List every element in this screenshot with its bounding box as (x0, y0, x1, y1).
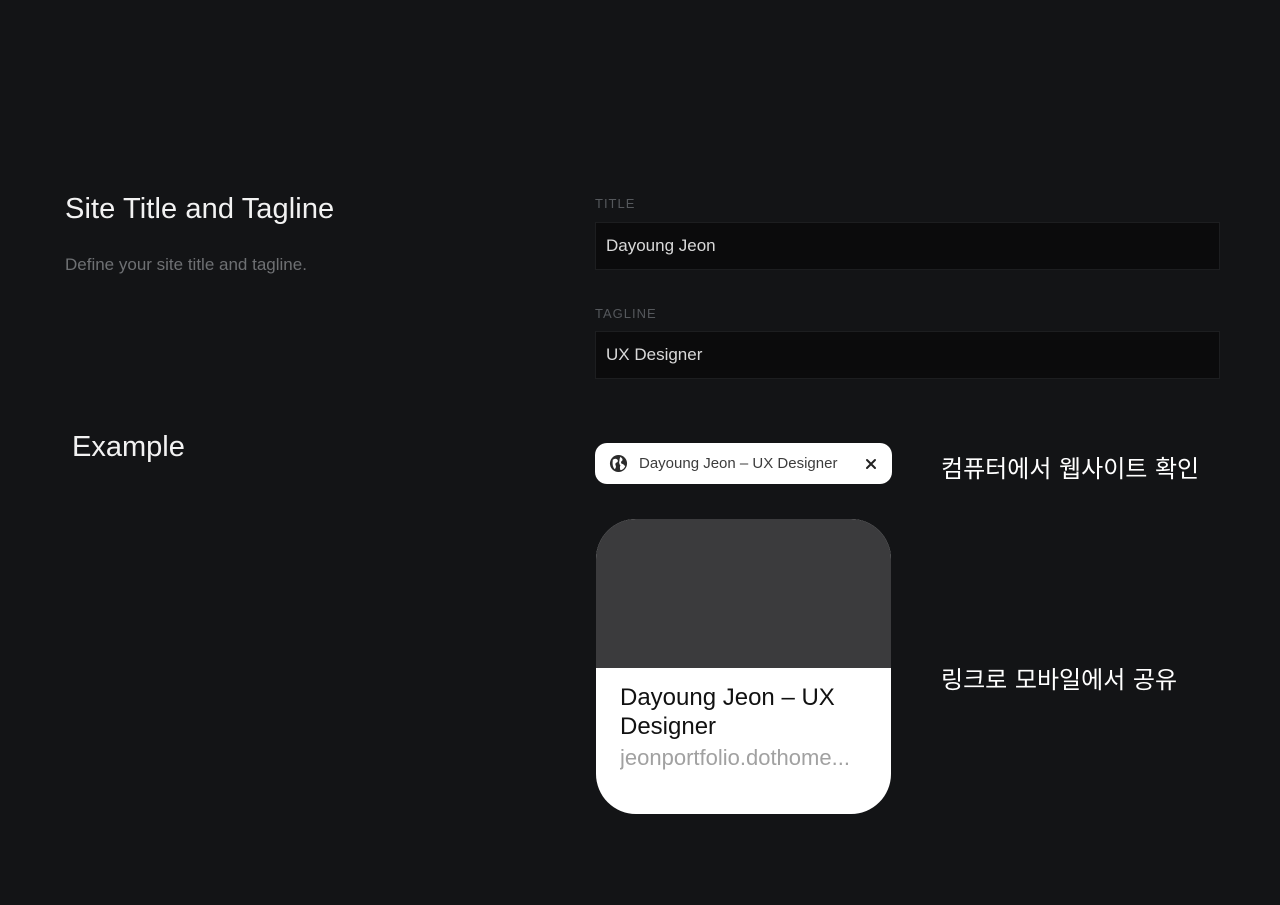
share-card-thumbnail (596, 519, 891, 668)
settings-page: Site Title and Tagline Define your site … (0, 0, 1280, 905)
mobile-caption: 링크로 모바일에서 공유 (941, 666, 1178, 694)
example-heading: Example (72, 431, 185, 463)
desktop-caption: 컴퓨터에서 웹사이트 확인 (941, 455, 1200, 483)
browser-tab-preview: Dayoung Jeon – UX Designer (595, 443, 892, 484)
browser-tab-title: Dayoung Jeon – UX Designer (639, 455, 838, 472)
section-title: Site Title and Tagline (65, 193, 335, 225)
share-card-title: Dayoung Jeon – UX Designer (620, 684, 835, 740)
section-description: Define your site title and tagline. (65, 255, 307, 274)
title-field-label: TITLE (595, 196, 636, 211)
close-icon[interactable] (864, 457, 878, 471)
title-input[interactable] (595, 222, 1220, 270)
tagline-field-label: TAGLINE (595, 306, 657, 321)
tagline-input[interactable] (595, 331, 1220, 379)
globe-icon (609, 454, 628, 473)
mobile-share-card: Dayoung Jeon – UX Designer jeonportfolio… (596, 519, 891, 814)
share-card-url: jeonportfolio.dothome... (620, 745, 850, 770)
share-card-body: Dayoung Jeon – UX Designer jeonportfolio… (596, 668, 891, 771)
